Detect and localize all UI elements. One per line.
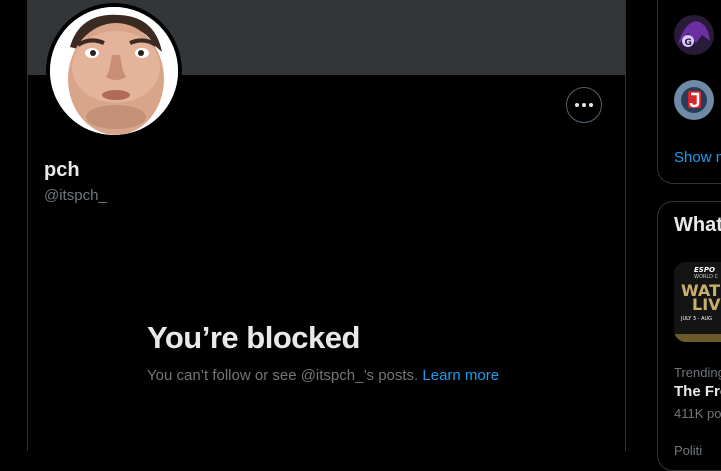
avatar-photo bbox=[50, 7, 178, 135]
display-name: pch bbox=[44, 159, 80, 181]
username-handle: @itspch_ bbox=[44, 187, 107, 204]
suggested-account-avatar-2[interactable] bbox=[674, 80, 714, 120]
svg-text:G: G bbox=[685, 38, 692, 48]
whats-happening-title: What bbox=[674, 214, 721, 236]
suggested-account-avatar-1[interactable]: G bbox=[674, 15, 714, 55]
learn-more-link[interactable]: Learn more bbox=[422, 367, 499, 384]
trend-thumbnail-image: ESPO WORLD C WAT LIV JULY 3 - AUG bbox=[674, 262, 721, 342]
show-more-link[interactable]: Show m bbox=[674, 149, 721, 166]
blocked-title: You’re blocked bbox=[147, 320, 360, 355]
more-dots-icon bbox=[575, 103, 593, 107]
thumb-sub-text: WORLD C bbox=[694, 274, 719, 280]
trend-name[interactable]: The Fre bbox=[674, 383, 721, 400]
more-options-button[interactable] bbox=[566, 87, 602, 123]
suggested-avatar-1-image: G bbox=[674, 15, 714, 55]
thumb-top-text: ESPO bbox=[694, 266, 715, 274]
profile-column: pch @itspch_ You’re blocked You can’t fo… bbox=[27, 0, 626, 451]
blocked-message: You can’t follow or see @itspch_’s posts… bbox=[147, 367, 499, 384]
thumb-date-text: JULY 3 - AUG bbox=[680, 316, 712, 322]
profile-avatar[interactable] bbox=[46, 3, 182, 139]
suggested-avatar-2-image bbox=[674, 80, 714, 120]
trend-thumbnail[interactable]: ESPO WORLD C WAT LIV JULY 3 - AUG bbox=[674, 262, 721, 342]
blocked-message-text: You can’t follow or see @itspch_’s posts… bbox=[147, 367, 419, 384]
trend-post-count: 411K pos bbox=[674, 406, 721, 421]
trend-category: Trending bbox=[674, 365, 721, 380]
thumb-liv-text: LIV bbox=[692, 295, 721, 314]
